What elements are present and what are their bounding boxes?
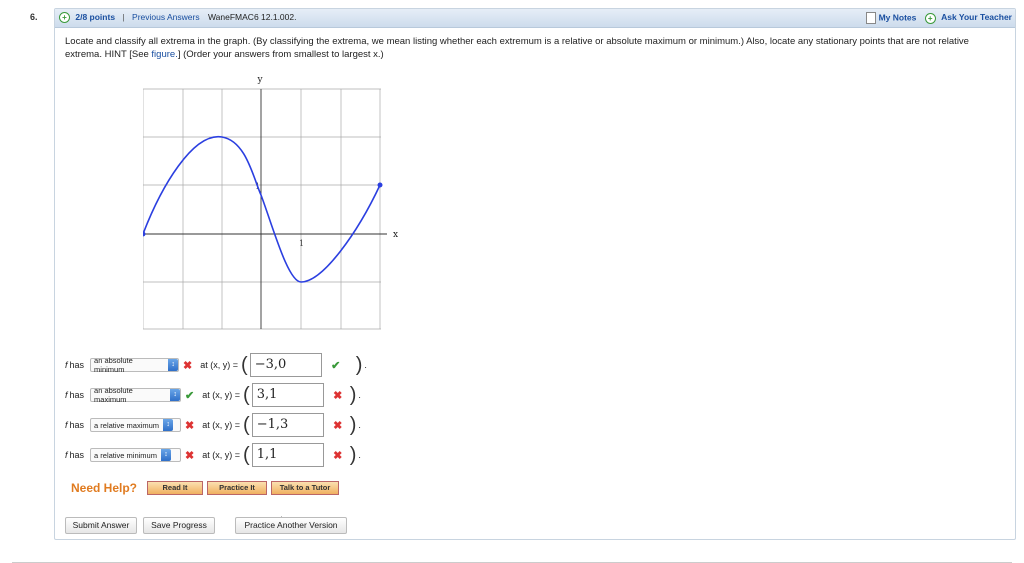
has-label: has [69, 360, 85, 370]
y-axis-label: y [256, 77, 263, 85]
f-label: f [65, 390, 68, 400]
answer-row-3: f has a relative maximum ↕ ✖ at (x, y) = … [65, 413, 361, 437]
select-arrow-icon: ↕ [168, 359, 179, 371]
points-text: 2/8 points [75, 12, 116, 22]
correct-check-icon: ✔ [331, 359, 341, 372]
select-arrow-icon: ↕ [163, 419, 174, 431]
wrong-x-icon: ✖ [333, 389, 343, 402]
coordinate-input-1[interactable]: −3,0 [249, 353, 322, 377]
left-endpoint-dot [143, 231, 146, 237]
save-progress-button[interactable]: Save Progress [143, 517, 215, 534]
ask-teacher-link[interactable]: Ask Your Teacher [941, 12, 1012, 22]
wrong-x-icon: ✖ [183, 359, 193, 372]
select-value: a relative maximum [94, 420, 160, 430]
period: . [364, 360, 367, 370]
at-label: at (x, y) = [202, 420, 241, 430]
open-paren: ( [243, 414, 250, 436]
close-paren: ) [349, 444, 357, 466]
close-paren: ) [355, 354, 363, 376]
wrong-x-icon: ✖ [333, 449, 343, 462]
f-label: f [65, 420, 68, 430]
function-graph: y x 1 1 [143, 77, 398, 330]
has-label: has [69, 390, 85, 400]
function-curve [143, 136, 381, 283]
expand-plus-icon[interactable]: + [59, 12, 70, 24]
ask-teacher-plus-icon[interactable]: + [924, 12, 936, 24]
extremum-type-select-2[interactable]: an absolute maximum ↕ [90, 386, 182, 404]
close-paren: ) [349, 414, 357, 436]
close-paren: ) [349, 384, 357, 406]
period: . [358, 390, 361, 400]
period: . [358, 450, 361, 460]
select-value: an absolute maximum [94, 386, 133, 404]
extremum-type-select-1[interactable]: an absolute minimum ↕ [90, 356, 180, 374]
select-arrow-icon: ↕ [160, 449, 171, 461]
my-notes-link[interactable]: My Notes [879, 12, 917, 22]
answer-row-1: f has an absolute minimum ↕ ✖ at (x, y) =… [65, 353, 367, 377]
coordinate-input-4[interactable]: 1,1 [251, 443, 324, 467]
header-right: My Notes + Ask Your Teacher [865, 12, 1012, 24]
extremum-type-select-4[interactable]: a relative minimum ↕ [90, 448, 182, 462]
extremum-type-select-3[interactable]: a relative maximum ↕ [90, 418, 182, 432]
wrong-x-icon: ✖ [185, 419, 195, 432]
select-value: a relative minimum [94, 450, 157, 460]
select-value: an absolute minimum [94, 356, 133, 374]
x-tick-label: 1 [299, 239, 304, 248]
need-help-label: Need Help? [71, 481, 138, 495]
answer-row-4: f has a relative minimum ↕ ✖ at (x, y) = … [65, 443, 361, 467]
talk-to-tutor-button[interactable]: Talk to a Tutor [271, 481, 339, 495]
correct-check-icon: ✔ [185, 389, 195, 402]
f-label: f [65, 450, 68, 460]
figure-link[interactable]: figure. [151, 49, 177, 60]
read-it-button[interactable]: Read It [147, 481, 203, 495]
notes-icon[interactable] [865, 12, 876, 24]
period: . [358, 420, 361, 430]
header-separator: | [122, 12, 125, 22]
prompt-text-after: ] (Order your answers from smallest to l… [177, 49, 384, 60]
f-label: f [65, 360, 68, 370]
select-arrow-icon: ↕ [170, 389, 181, 401]
wrong-x-icon: ✖ [333, 419, 343, 432]
answer-row-2: f has an absolute maximum ↕ ✔ at (x, y) =… [65, 383, 361, 407]
previous-answers-link[interactable]: Previous Answers [132, 12, 200, 22]
open-paren: ( [243, 444, 250, 466]
question-prompt: Locate and classify all extrema in the g… [65, 35, 1005, 61]
has-label: has [69, 420, 85, 430]
question-header: + 2/8 points | Previous Answers WaneFMAC… [55, 9, 1015, 28]
graph-grid [143, 88, 381, 330]
has-label: has [69, 450, 85, 460]
open-paren: ( [243, 384, 250, 406]
header-left: + 2/8 points | Previous Answers WaneFMAC… [59, 12, 297, 24]
question-code: WaneFMAC6 12.1.002. [207, 12, 297, 22]
at-label: at (x, y) = [202, 450, 241, 460]
wrong-x-icon: ✖ [185, 449, 195, 462]
open-paren: ( [241, 354, 248, 376]
coordinate-input-2[interactable]: 3,1 [251, 383, 324, 407]
practice-another-version-button[interactable]: Practice Another Version [235, 517, 347, 534]
question-number: 6. [30, 12, 38, 22]
coordinate-input-3[interactable]: −1,3 [251, 413, 324, 437]
submit-answer-button[interactable]: Submit Answer [65, 517, 137, 534]
practice-it-button[interactable]: Practice It [207, 481, 267, 495]
at-label: at (x, y) = [202, 390, 241, 400]
right-endpoint-dot [377, 182, 383, 188]
x-axis-label: x [393, 230, 398, 240]
at-label: at (x, y) = [200, 360, 239, 370]
question-panel: + 2/8 points | Previous Answers WaneFMAC… [54, 8, 1016, 540]
